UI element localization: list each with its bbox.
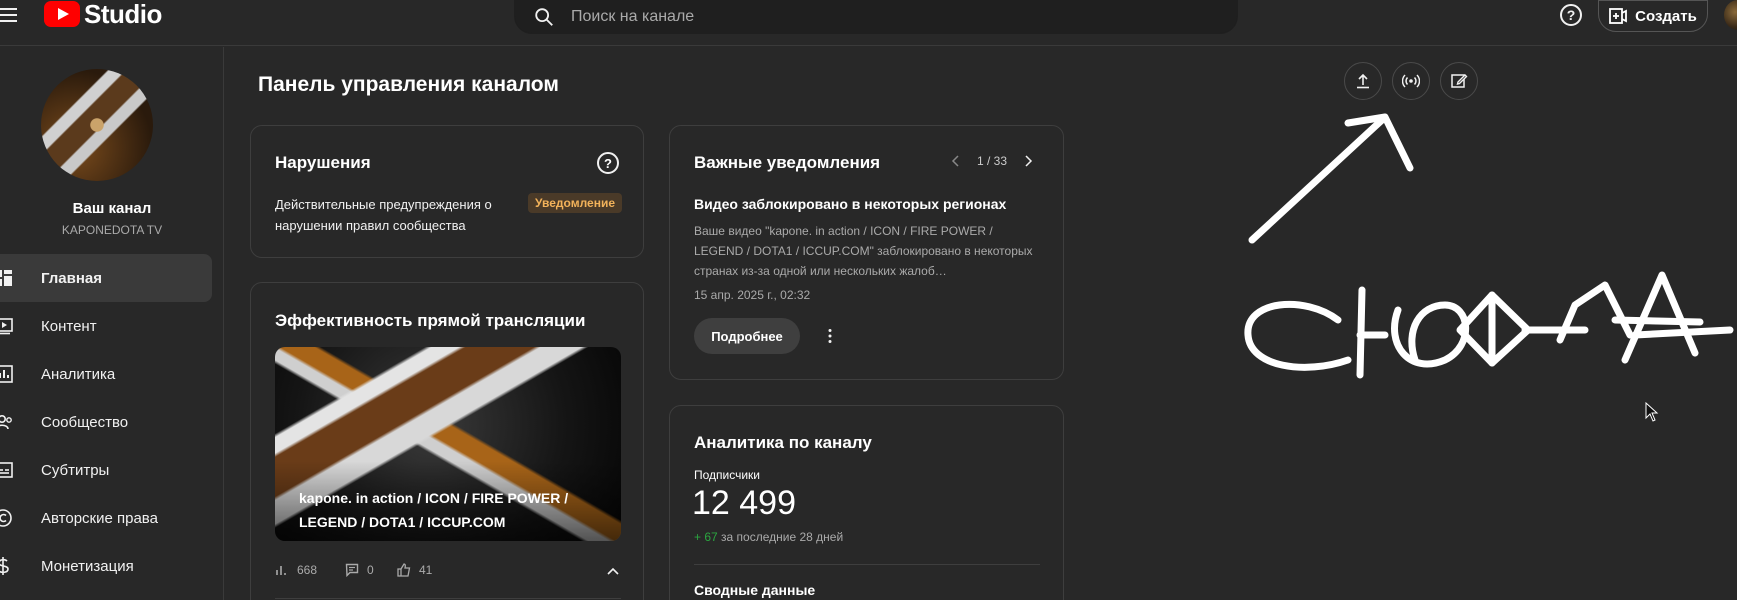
- live-performance-card: Эффективность прямой трансляции kapone. …: [250, 282, 644, 600]
- studio-logo[interactable]: Studio: [44, 0, 162, 29]
- sidebar-item-copyright[interactable]: Авторские права: [0, 494, 224, 542]
- notification-date: 15 апр. 2025 г., 02:32: [694, 288, 811, 302]
- views-stat: 668: [275, 563, 317, 577]
- comment-icon: [345, 563, 359, 577]
- sidebar-item-label: Субтитры: [41, 461, 110, 479]
- create-video-icon: [1609, 8, 1628, 24]
- live-performance-title: Эффективность прямой трансляции: [275, 311, 586, 330]
- create-post-button[interactable]: [1440, 62, 1478, 100]
- create-button[interactable]: Создать: [1598, 0, 1708, 32]
- go-live-button[interactable]: [1392, 62, 1430, 100]
- video-stats: 668 0 41: [275, 563, 621, 583]
- notification-body: Ваше видео "kapone. in action / ICON / F…: [694, 224, 1033, 278]
- subscribers-label: Подписчики: [694, 468, 761, 482]
- delta-period: за последние 28 дней: [721, 530, 844, 544]
- chevron-right-icon[interactable]: [1021, 154, 1035, 168]
- search-bar[interactable]: [514, 0, 1238, 34]
- youtube-play-icon: [44, 1, 80, 27]
- copyright-icon: [0, 509, 12, 527]
- views-icon: [276, 566, 286, 575]
- violations-title: Нарушения: [275, 153, 371, 172]
- summary-title: Сводные данные: [694, 582, 816, 598]
- sidebar-item-label: Контент: [41, 317, 97, 335]
- community-icon: [0, 415, 12, 430]
- sidebar-item-subtitles[interactable]: Субтитры: [0, 446, 224, 494]
- details-button[interactable]: Подробнее: [694, 318, 800, 354]
- channel-handle: KAPONEDOTA TV: [61, 223, 163, 237]
- notifications-card: Важные уведомления 1 / 33 Видео заблокир…: [669, 125, 1064, 380]
- channel-title: Ваш канал: [72, 200, 152, 217]
- analytics-icon: [0, 365, 13, 383]
- notifications-title: Важные уведомления: [694, 153, 881, 172]
- subscribers-delta: + 67 за последние 28 дней: [694, 530, 843, 544]
- sidebar-nav: Главная Контент Аналитика Сообщество Суб…: [0, 254, 224, 590]
- views-count: 668: [297, 563, 318, 577]
- channel-avatar[interactable]: [41, 69, 153, 181]
- violations-description: Действительные предупреждения о нарушени…: [275, 197, 492, 233]
- help-icon[interactable]: ?: [597, 152, 619, 174]
- thumbs-up-icon: [397, 563, 411, 577]
- comments-count: 0: [367, 563, 374, 577]
- handwritten-annotation: [1244, 113, 1734, 379]
- upload-icon: [1357, 73, 1369, 89]
- help-button[interactable]: ?: [1560, 4, 1582, 26]
- likes-count: 41: [419, 563, 433, 577]
- sidebar-item-analytics[interactable]: Аналитика: [0, 350, 224, 398]
- annotation-arrow: [1248, 116, 1386, 244]
- sidebar-item-label: Аналитика: [41, 365, 116, 383]
- upload-button[interactable]: [1344, 62, 1382, 100]
- subtitles-icon: [0, 462, 13, 478]
- sidebar-item-dashboard[interactable]: Главная: [0, 254, 212, 302]
- chevron-up-icon[interactable]: [605, 563, 621, 579]
- more-vert-icon[interactable]: [820, 326, 840, 346]
- search-icon[interactable]: [533, 6, 555, 28]
- sidebar-item-content[interactable]: Контент: [0, 302, 224, 350]
- live-broadcast-icon: [1402, 74, 1420, 88]
- sidebar-item-label: Монетизация: [41, 557, 134, 575]
- notification-title: Видео заблокировано в некоторых регионах: [694, 196, 1007, 212]
- notifications-pager: 1 / 33: [949, 154, 1035, 168]
- subscribers-count: 12 499: [692, 484, 796, 522]
- page-title: Панель управления каналом: [258, 73, 559, 96]
- channel-analytics-card: Аналитика по каналу Подписчики 12 499 + …: [669, 405, 1064, 600]
- search-input[interactable]: [571, 8, 1171, 26]
- monetization-icon: [0, 557, 9, 575]
- content-icon: [0, 318, 13, 335]
- sidebar-item-community[interactable]: Сообщество: [0, 398, 224, 446]
- sidebar-item-label: Главная: [41, 269, 103, 287]
- likes-stat: 41: [397, 563, 432, 577]
- comments-stat: 0: [345, 563, 374, 577]
- top-bar: Studio ? Создать: [0, 0, 1737, 46]
- analytics-title: Аналитика по каналу: [694, 433, 872, 452]
- logo-text: Studio: [84, 0, 162, 29]
- create-label: Создать: [1635, 7, 1697, 25]
- sidebar: Ваш канал KAPONEDOTA TV Главная Контент: [0, 47, 224, 600]
- studio-page: Studio ? Создать Ваш канал KAPONEDOTA TV: [0, 0, 1737, 600]
- sidebar-item-label: Сообщество: [41, 413, 129, 431]
- chevron-left-icon[interactable]: [949, 154, 963, 168]
- sidebar-item-monetization[interactable]: Монетизация: [0, 542, 224, 590]
- menu-icon[interactable]: [0, 4, 20, 28]
- video-thumbnail[interactable]: kapone. in action / ICON / FIRE POWER / …: [275, 347, 621, 541]
- delta-value: + 67: [694, 530, 718, 544]
- mouse-cursor-icon: [1645, 402, 1659, 422]
- account-avatar[interactable]: [1724, 0, 1737, 30]
- dashboard-icon: [0, 270, 12, 286]
- edit-icon: [1451, 74, 1468, 88]
- pager-text: 1 / 33: [977, 154, 1008, 168]
- video-title: kapone. in action / ICON / FIRE POWER / …: [299, 490, 569, 530]
- sidebar-item-label: Авторские права: [41, 509, 158, 527]
- divider: [275, 598, 621, 599]
- violations-card: Нарушения ? Действительные предупреждени…: [250, 125, 644, 258]
- status-badge: Уведомление: [528, 193, 623, 213]
- divider: [694, 564, 1040, 565]
